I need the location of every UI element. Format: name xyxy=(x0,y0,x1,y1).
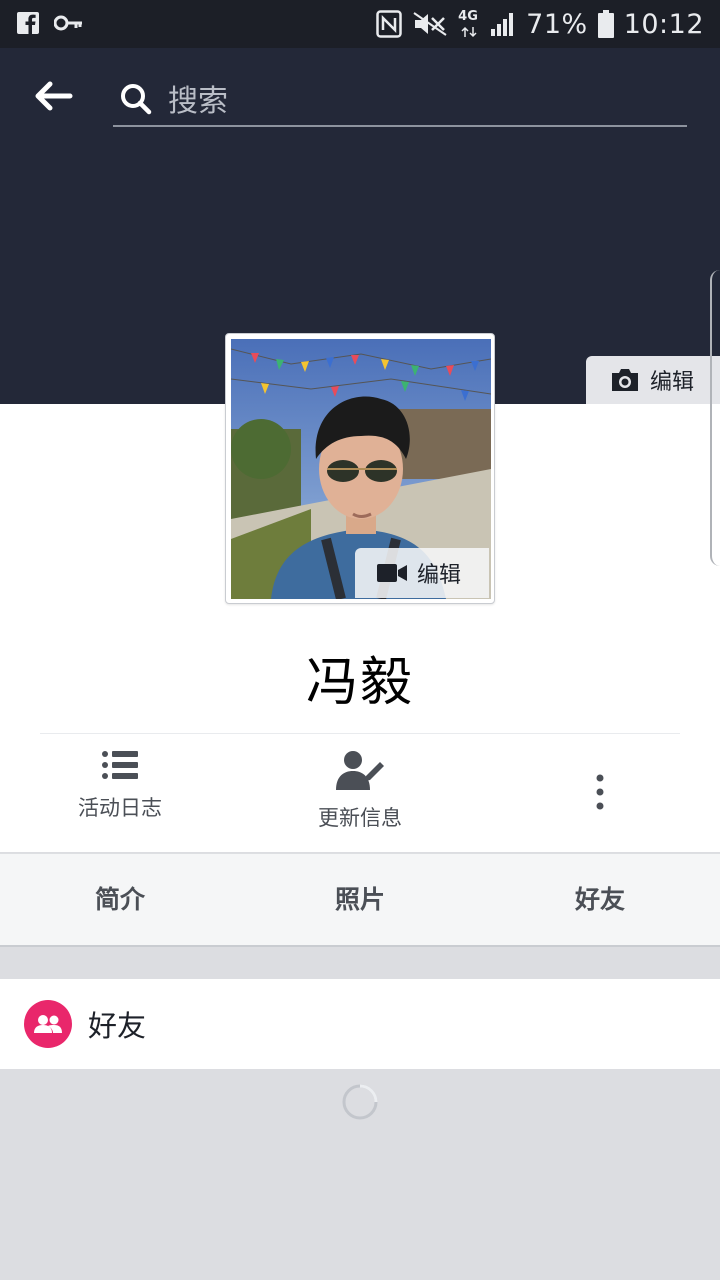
profile-name: 冯毅 xyxy=(305,653,414,713)
divider xyxy=(40,733,680,734)
mute-icon xyxy=(413,12,447,36)
facebook-icon xyxy=(17,12,39,34)
loading-spinner-icon xyxy=(342,1084,378,1120)
back-arrow-icon[interactable] xyxy=(30,76,80,116)
profile-tabs: 简介 照片 好友 xyxy=(0,853,720,947)
activity-log-label: 活动日志 xyxy=(78,796,162,820)
scroll-indicator xyxy=(710,270,720,566)
network-indicator: 4G xyxy=(458,9,480,39)
signal-icon xyxy=(491,13,514,36)
battery-percent: 71% xyxy=(526,8,588,40)
network-type-label: 4G xyxy=(458,9,478,24)
list-icon xyxy=(102,751,138,779)
clock: 10:12 xyxy=(623,8,704,40)
search-icon xyxy=(121,84,152,115)
profile-page: 4G 71% 10:12 搜索 编辑 编辑 冯毅 活动日志 更新信息 简介 照片… xyxy=(0,0,720,1280)
battery-icon xyxy=(597,10,614,38)
search-bar[interactable]: 搜索 xyxy=(113,72,687,127)
search-placeholder: 搜索 xyxy=(168,84,228,119)
camera-icon xyxy=(612,369,638,391)
friends-section-header[interactable]: 好友 xyxy=(0,979,720,1069)
key-icon xyxy=(54,15,82,31)
profile-picture[interactable]: 编辑 xyxy=(225,333,495,604)
nfc-icon xyxy=(376,10,402,38)
friends-icon xyxy=(34,1015,62,1033)
edit-cover-button[interactable]: 编辑 xyxy=(586,356,720,404)
status-left-icons xyxy=(16,11,84,35)
data-arrows-icon xyxy=(461,26,477,38)
video-camera-icon xyxy=(377,564,407,582)
more-options-button[interactable] xyxy=(500,750,700,816)
edit-profile-picture-button[interactable]: 编辑 xyxy=(355,548,489,598)
more-icon xyxy=(596,774,604,810)
friends-section-label: 好友 xyxy=(88,1009,147,1043)
update-info-label: 更新信息 xyxy=(318,806,402,830)
edit-profile-icon xyxy=(336,751,384,790)
tab-about[interactable]: 简介 xyxy=(0,854,240,945)
status-bar: 4G 71% 10:12 xyxy=(0,0,720,48)
status-right-icons: 4G 71% 10:12 xyxy=(376,6,704,42)
activity-log-button[interactable]: 活动日志 xyxy=(20,750,220,822)
update-info-button[interactable]: 更新信息 xyxy=(260,750,460,832)
friends-badge xyxy=(24,1000,72,1048)
edit-profile-picture-label: 编辑 xyxy=(417,563,462,588)
tab-photos[interactable]: 照片 xyxy=(240,854,480,945)
tab-friends[interactable]: 好友 xyxy=(480,854,720,945)
edit-cover-label: 编辑 xyxy=(650,370,695,395)
